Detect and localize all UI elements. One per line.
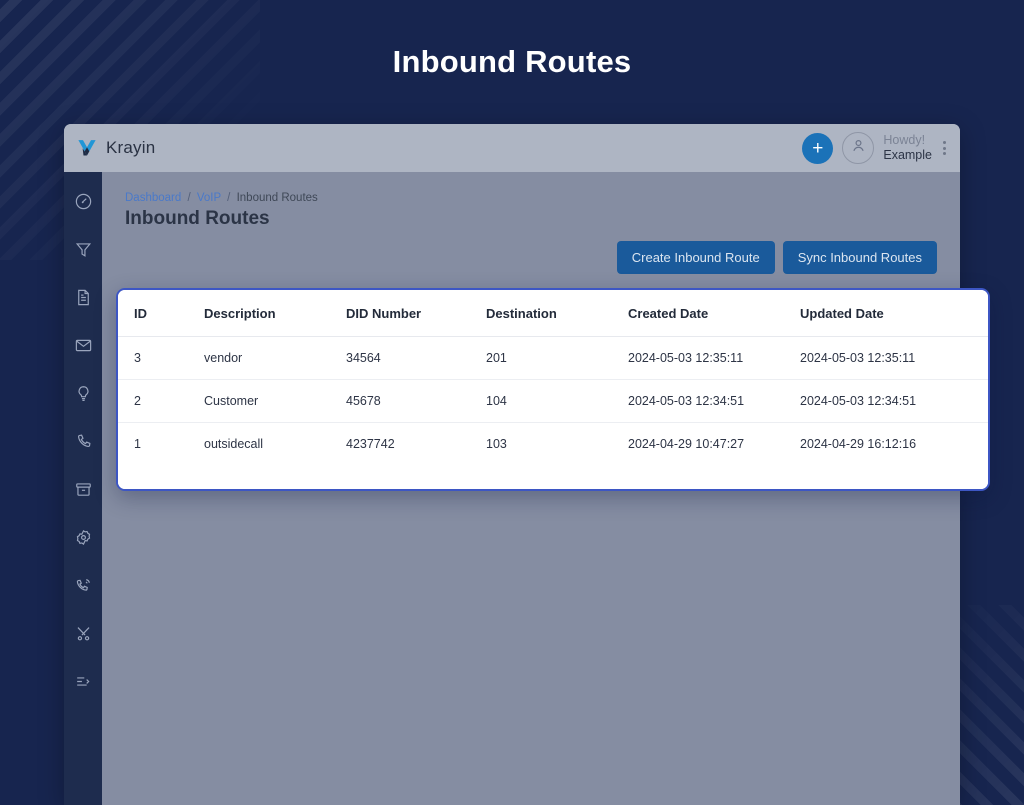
table-foot-spacer [118, 465, 988, 489]
table-row[interactable]: 2 Customer 45678 104 2024-05-03 12:34:51… [118, 379, 988, 423]
archive-box-icon [74, 480, 93, 499]
cell-actions [956, 336, 988, 380]
cell-destination: 104 [480, 379, 622, 423]
create-inbound-route-button[interactable]: Create Inbound Route [616, 241, 775, 274]
sidebar-item-activities[interactable] [70, 380, 96, 406]
envelope-mail-icon [74, 336, 93, 355]
sidebar-item-contacts[interactable] [70, 428, 96, 454]
banner-title: Inbound Routes [392, 44, 632, 79]
breadcrumb-item-current: Inbound Routes [236, 192, 318, 204]
cell-created-date: 2024-05-03 12:35:11 [622, 336, 794, 380]
greeting-howdy: Howdy! [883, 133, 926, 148]
app-topbar: Krayin + Howdy! Example [64, 124, 960, 173]
breadcrumb-item-voip[interactable]: VoIP [197, 192, 221, 204]
sidebar-item-configuration[interactable] [70, 620, 96, 646]
greeting-username: Example [883, 148, 932, 162]
add-button[interactable]: + [802, 132, 834, 164]
sidebar-item-quotes[interactable] [70, 284, 96, 310]
document-icon [74, 288, 93, 307]
breadcrumb-item-dashboard[interactable]: Dashboard [125, 192, 181, 204]
sidebar-item-settings[interactable] [70, 524, 96, 550]
table-body: 3 vendor 34564 201 2024-05-03 12:35:11 2… [118, 336, 988, 466]
phone-ring-icon [74, 576, 93, 595]
vertical-dots-icon[interactable] [941, 141, 952, 155]
cell-did-number: 4237742 [346, 437, 395, 451]
greeting-block: Howdy! Example [883, 133, 932, 163]
cell-description: Customer [198, 379, 340, 423]
tools-icon [74, 624, 93, 643]
avatar[interactable] [842, 132, 875, 164]
cell-id: 2 [118, 379, 198, 423]
page-title: Inbound Routes [125, 208, 270, 229]
inbound-routes-table-card: ID Description DID Number Destination Cr… [116, 288, 990, 491]
sidebar [64, 172, 102, 805]
krayin-logo-icon [76, 137, 98, 159]
inbound-routes-table: ID Description DID Number Destination Cr… [118, 290, 988, 489]
cell-description: outsidecall [204, 437, 264, 451]
cell-actions [956, 423, 988, 466]
phone-icon [74, 432, 93, 451]
column-header-did-number[interactable]: DID Number [340, 290, 480, 337]
cell-did-number: 45678 [340, 379, 480, 423]
collapse-list-icon [74, 672, 93, 691]
cell-actions [956, 379, 988, 423]
cell-updated-date: 2024-05-03 12:35:11 [794, 336, 956, 380]
cell-updated-date: 2024-04-29 16:12:16 [800, 437, 917, 451]
table-foot [118, 465, 988, 489]
cell-id: 1 [134, 437, 141, 451]
dashboard-gauge-icon [74, 192, 93, 211]
brand-name: Krayin [106, 138, 156, 157]
cell-description: vendor [198, 336, 340, 380]
gear-settings-icon [74, 528, 93, 547]
breadcrumb-separator: / [227, 192, 231, 204]
sidebar-item-products[interactable] [70, 476, 96, 502]
user-avatar-icon [850, 137, 867, 159]
column-header-id[interactable]: ID [118, 290, 198, 337]
cell-created-date: 2024-04-29 10:47:27 [628, 437, 745, 451]
table-row[interactable]: 3 vendor 34564 201 2024-05-03 12:35:11 2… [118, 336, 988, 380]
table-row[interactable]: 1 outsidecall 4237742 103 2024-04-29 10:… [118, 423, 988, 466]
sidebar-item-voip[interactable] [70, 572, 96, 598]
plus-icon: + [812, 137, 824, 159]
column-header-created-date[interactable]: Created Date [622, 290, 794, 337]
cell-did-number: 34564 [340, 336, 480, 380]
sync-inbound-routes-button[interactable]: Sync Inbound Routes [782, 241, 937, 274]
table-head: ID Description DID Number Destination Cr… [118, 290, 988, 337]
cell-id: 3 [118, 336, 198, 380]
sidebar-item-dashboard[interactable] [70, 188, 96, 214]
cell-destination: 103 [486, 437, 507, 451]
table-header-row: ID Description DID Number Destination Cr… [118, 290, 988, 337]
page-action-buttons: Create Inbound Route Sync Inbound Routes [616, 241, 937, 274]
column-header-destination[interactable]: Destination [480, 290, 622, 337]
sidebar-item-mail[interactable] [70, 332, 96, 358]
column-header-actions: Actions [956, 290, 988, 337]
sidebar-item-leads[interactable] [70, 236, 96, 262]
funnel-filter-icon [74, 240, 93, 259]
column-header-updated-date[interactable]: Updated Date [794, 290, 956, 337]
cell-updated-date: 2024-05-03 12:34:51 [794, 379, 956, 423]
cell-created-date: 2024-05-03 12:34:51 [622, 379, 794, 423]
breadcrumb-separator: / [187, 192, 191, 204]
sidebar-item-collapse[interactable] [70, 668, 96, 694]
topbar-right-cluster: + Howdy! Example [802, 124, 952, 172]
breadcrumb: Dashboard / VoIP / Inbound Routes [125, 192, 318, 204]
cell-destination: 201 [480, 336, 622, 380]
column-header-description[interactable]: Description [198, 290, 340, 337]
lightbulb-icon [74, 384, 93, 403]
brand-logo-area[interactable]: Krayin [76, 137, 155, 159]
